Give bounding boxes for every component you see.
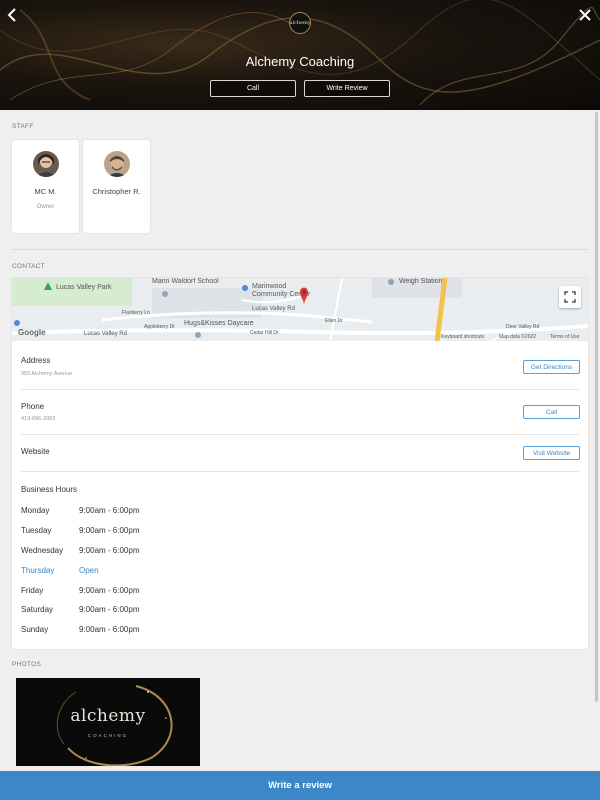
hours-time: 9:00am - 6:00pm xyxy=(79,625,140,634)
logo-text: alchemy xyxy=(289,20,311,26)
hours-time: 9:00am - 6:00pm xyxy=(79,586,140,595)
hours-time: 9:00am - 6:00pm xyxy=(79,605,140,614)
map-fullscreen-button[interactable] xyxy=(559,286,581,308)
staff-section-label: STAFF xyxy=(12,123,34,130)
address-value: 950 Alchemy Avenue xyxy=(21,371,73,377)
hours-day: Wednesday xyxy=(21,546,64,555)
call-phone-button[interactable]: Call xyxy=(523,405,580,419)
call-button[interactable]: Call xyxy=(210,80,296,97)
map-road-label: Appleberry Dr xyxy=(144,324,175,330)
close-button[interactable] xyxy=(576,6,594,24)
row-divider xyxy=(21,434,579,435)
phone-value: 413-896-3983 xyxy=(21,416,56,422)
chevron-left-icon xyxy=(7,8,16,22)
business-hours-title: Business Hours xyxy=(21,485,78,494)
contact-card: Lucas Valley Park Marin Waldorf School M… xyxy=(12,278,588,649)
fullscreen-icon xyxy=(564,291,576,303)
map-place-label: Weigh Station xyxy=(399,278,443,285)
photo-brand-word: alchemy xyxy=(70,706,146,726)
hours-time: 9:00am - 6:00pm xyxy=(79,506,140,515)
back-button[interactable] xyxy=(4,6,22,24)
staff-name: Christopher R. xyxy=(92,187,141,196)
map-road-label: Deer Valley Rd xyxy=(506,324,540,330)
write-a-review-button[interactable]: Write a review xyxy=(0,771,600,800)
hours-time: 9:00am - 6:00pm xyxy=(79,526,140,535)
hours-day: Saturday xyxy=(21,605,54,614)
photos-section-label: PHOTOS xyxy=(12,661,42,668)
visit-website-button[interactable]: Visit Website xyxy=(523,446,580,460)
hours-day: Monday xyxy=(21,506,50,515)
close-icon xyxy=(579,9,591,21)
get-directions-button[interactable]: Get Directions xyxy=(523,360,580,374)
row-divider xyxy=(21,471,579,472)
map-data-attribution: Map data ©2022 xyxy=(499,334,537,340)
location-map[interactable]: Lucas Valley Park Marin Waldorf School M… xyxy=(12,278,588,341)
hours-time: 9:00am - 6:00pm xyxy=(79,546,140,555)
avatar xyxy=(104,151,130,177)
map-place-label: Marin Waldorf School xyxy=(152,278,219,285)
staff-name: MC M. xyxy=(34,187,57,196)
map-road-label: Cedar Hill Dr xyxy=(250,330,279,336)
business-logo: alchemy xyxy=(289,12,311,34)
business-name: Alchemy Coaching xyxy=(245,54,355,69)
photo-brand-sub: COACHING xyxy=(87,733,129,738)
section-divider xyxy=(12,249,588,250)
staff-role: Owner xyxy=(36,204,55,210)
hours-day: Tuesday xyxy=(21,526,52,535)
contact-section-label: CONTACT xyxy=(12,263,46,270)
write-review-button[interactable]: Write Review xyxy=(304,80,390,97)
header-hero: alchemy Alchemy Coaching Call Write Revi… xyxy=(0,0,600,110)
map-road-label: Ellen Dr xyxy=(325,318,343,324)
map-place-label: Hugs&Kisses Daycare xyxy=(184,320,254,327)
hours-time-today: Open xyxy=(79,566,99,575)
hours-day: Friday xyxy=(21,586,44,595)
map-road-label: Lucas Valley Rd xyxy=(84,331,127,337)
map-place-label: Marinwood Community Center xyxy=(252,283,311,298)
staff-card[interactable]: Christopher R. xyxy=(83,140,150,233)
address-title: Address xyxy=(21,356,51,365)
map-terms-link[interactable]: Terms of Use xyxy=(550,334,579,340)
website-title: Website xyxy=(21,447,50,456)
map-place-label: Lucas Valley Park xyxy=(56,284,112,291)
map-road-label: Lucas Valley Rd xyxy=(252,306,295,312)
hours-day-today: Thursday xyxy=(21,566,55,575)
scrollbar[interactable] xyxy=(595,112,598,702)
staff-card[interactable]: MC M. Owner xyxy=(12,140,79,233)
hours-day: Sunday xyxy=(21,625,49,634)
map-road-label: Flaxberry Ln xyxy=(122,310,150,316)
business-photo[interactable]: alchemy COACHING xyxy=(16,678,200,766)
google-logo: Google xyxy=(18,328,46,337)
avatar xyxy=(33,151,59,177)
map-keyboard-shortcuts-link[interactable]: Keyboard shortcuts xyxy=(441,334,484,340)
row-divider xyxy=(21,389,579,390)
phone-title: Phone xyxy=(21,402,45,411)
